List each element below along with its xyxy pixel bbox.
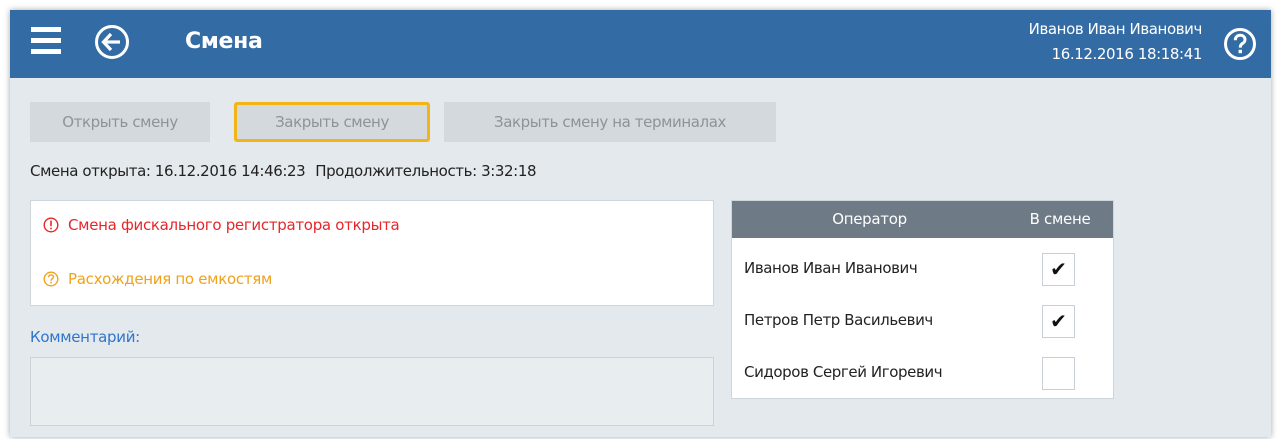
current-datetime: 16.12.2016 18:18:41 <box>1051 45 1203 63</box>
shift-status-line: Смена открыта: 16.12.2016 14:46:23 Продол… <box>30 162 537 180</box>
comment-label: Комментарий: <box>30 328 140 346</box>
question-circle-icon <box>43 271 59 287</box>
alert-text: Смена фискального регистратора открыта <box>68 216 400 234</box>
comment-input[interactable] <box>30 357 714 426</box>
back-arrow-icon[interactable] <box>94 24 130 60</box>
help-icon[interactable] <box>1223 27 1257 61</box>
shift-duration-text: Продолжительность: 3:32:18 <box>315 162 537 180</box>
in-shift-checkbox[interactable] <box>1042 357 1075 390</box>
table-row: Иванов Иван Иванович ✔ <box>732 242 1113 294</box>
operator-name: Петров Петр Васильевич <box>744 311 933 329</box>
operators-table: Оператор В смене Иванов Иван Иванович ✔ … <box>731 200 1114 399</box>
alerts-panel: Смена фискального регистратора открыта Р… <box>30 200 714 306</box>
current-user-name: Иванов Иван Иванович <box>1028 20 1203 38</box>
close-shift-on-terminals-button[interactable]: Закрыть смену на терминалах <box>444 102 776 142</box>
operator-name: Сидоров Сергей Игоревич <box>744 363 943 381</box>
alert-item: Смена фискального регистратора открыта <box>43 216 400 234</box>
page-title: Смена <box>185 29 263 54</box>
table-row: Сидоров Сергей Игоревич <box>732 346 1113 398</box>
alert-item: Расхождения по емкостям <box>43 270 272 288</box>
operators-table-header: Оператор В смене <box>732 201 1113 238</box>
exclamation-circle-icon <box>43 217 59 233</box>
close-shift-button[interactable]: Закрыть смену <box>234 102 430 142</box>
column-header-in-shift: В смене <box>1029 210 1091 228</box>
in-shift-checkbox[interactable]: ✔ <box>1042 305 1075 338</box>
open-shift-button[interactable]: Открыть смену <box>30 102 210 142</box>
app-header: Смена Иванов Иван Иванович 16.12.2016 18… <box>10 10 1271 78</box>
operator-name: Иванов Иван Иванович <box>744 259 918 277</box>
alert-text: Расхождения по емкостям <box>68 270 272 288</box>
hamburger-menu-icon[interactable] <box>31 26 61 56</box>
shift-window: Смена Иванов Иван Иванович 16.12.2016 18… <box>10 10 1271 437</box>
shift-opened-text: Смена открыта: 16.12.2016 14:46:23 <box>30 162 306 180</box>
column-header-operator: Оператор <box>832 210 907 228</box>
in-shift-checkbox[interactable]: ✔ <box>1042 253 1075 286</box>
table-row: Петров Петр Васильевич ✔ <box>732 294 1113 346</box>
